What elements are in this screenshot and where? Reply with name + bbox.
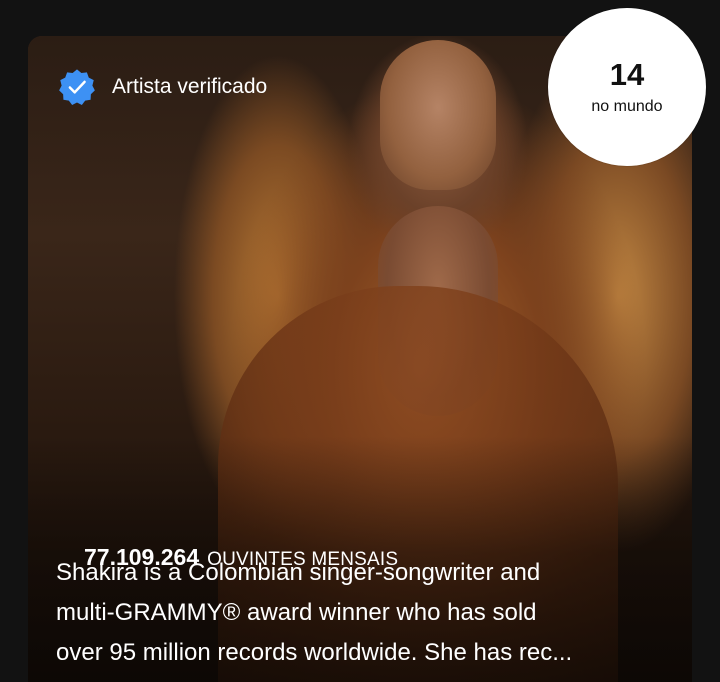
world-rank-badge: 14 no mundo bbox=[548, 8, 706, 166]
verified-artist-label: Artista verificado bbox=[112, 75, 268, 98]
artist-photo-face bbox=[380, 40, 496, 190]
artist-bio-line: multi-GRAMMY® award winner who has sold bbox=[56, 599, 537, 626]
world-rank-number: 14 bbox=[609, 56, 645, 92]
verified-artist-badge: Artista verificado bbox=[58, 68, 267, 106]
verified-badge-icon bbox=[59, 69, 95, 106]
world-rank-label: no mundo bbox=[591, 97, 663, 115]
artist-bio-line: Shakira is a Colombian singer-songwriter… bbox=[56, 559, 541, 586]
artist-bio[interactable]: Shakira is a Colombian singer-songwriter… bbox=[56, 553, 676, 673]
about-section: Artista verificado 77.109.264 OUVINTES M… bbox=[0, 0, 720, 682]
artist-bio-line: over 95 million records worldwide. She h… bbox=[56, 639, 573, 666]
